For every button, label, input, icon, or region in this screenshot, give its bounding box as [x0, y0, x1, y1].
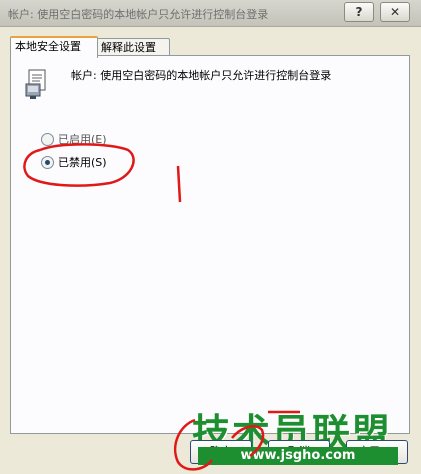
- policy-name: 帐户: 使用空白密码的本地帐户只允许进行控制台登录: [71, 69, 332, 82]
- settings-panel: 帐户: 使用空白密码的本地帐户只允许进行控制台登录 已启用(E) 已禁用(S): [10, 55, 410, 434]
- close-button[interactable]: ✕: [380, 2, 410, 22]
- radio-disabled[interactable]: 已禁用(S): [41, 154, 107, 170]
- window-title: 帐户: 使用空白密码的本地帐户只允许进行控制台登录: [8, 8, 269, 21]
- radio-disabled-label: 已禁用(S): [58, 156, 107, 169]
- title-bar: 帐户: 使用空白密码的本地帐户只允许进行控制台登录 ? ✕: [0, 0, 421, 27]
- radio-enabled-label: 已启用(E): [58, 133, 107, 146]
- radio-enabled[interactable]: 已启用(E): [41, 131, 107, 147]
- watermark-url: www.jsgho.com: [198, 447, 398, 465]
- tab-explain-setting[interactable]: 解释此设置: [96, 38, 170, 56]
- help-button[interactable]: ?: [344, 2, 374, 22]
- radio-enabled-dot[interactable]: [41, 132, 54, 146]
- radio-disabled-dot[interactable]: [41, 155, 54, 169]
- policy-document-icon: [25, 69, 46, 99]
- tab-local-security-setting[interactable]: 本地安全设置: [10, 36, 98, 58]
